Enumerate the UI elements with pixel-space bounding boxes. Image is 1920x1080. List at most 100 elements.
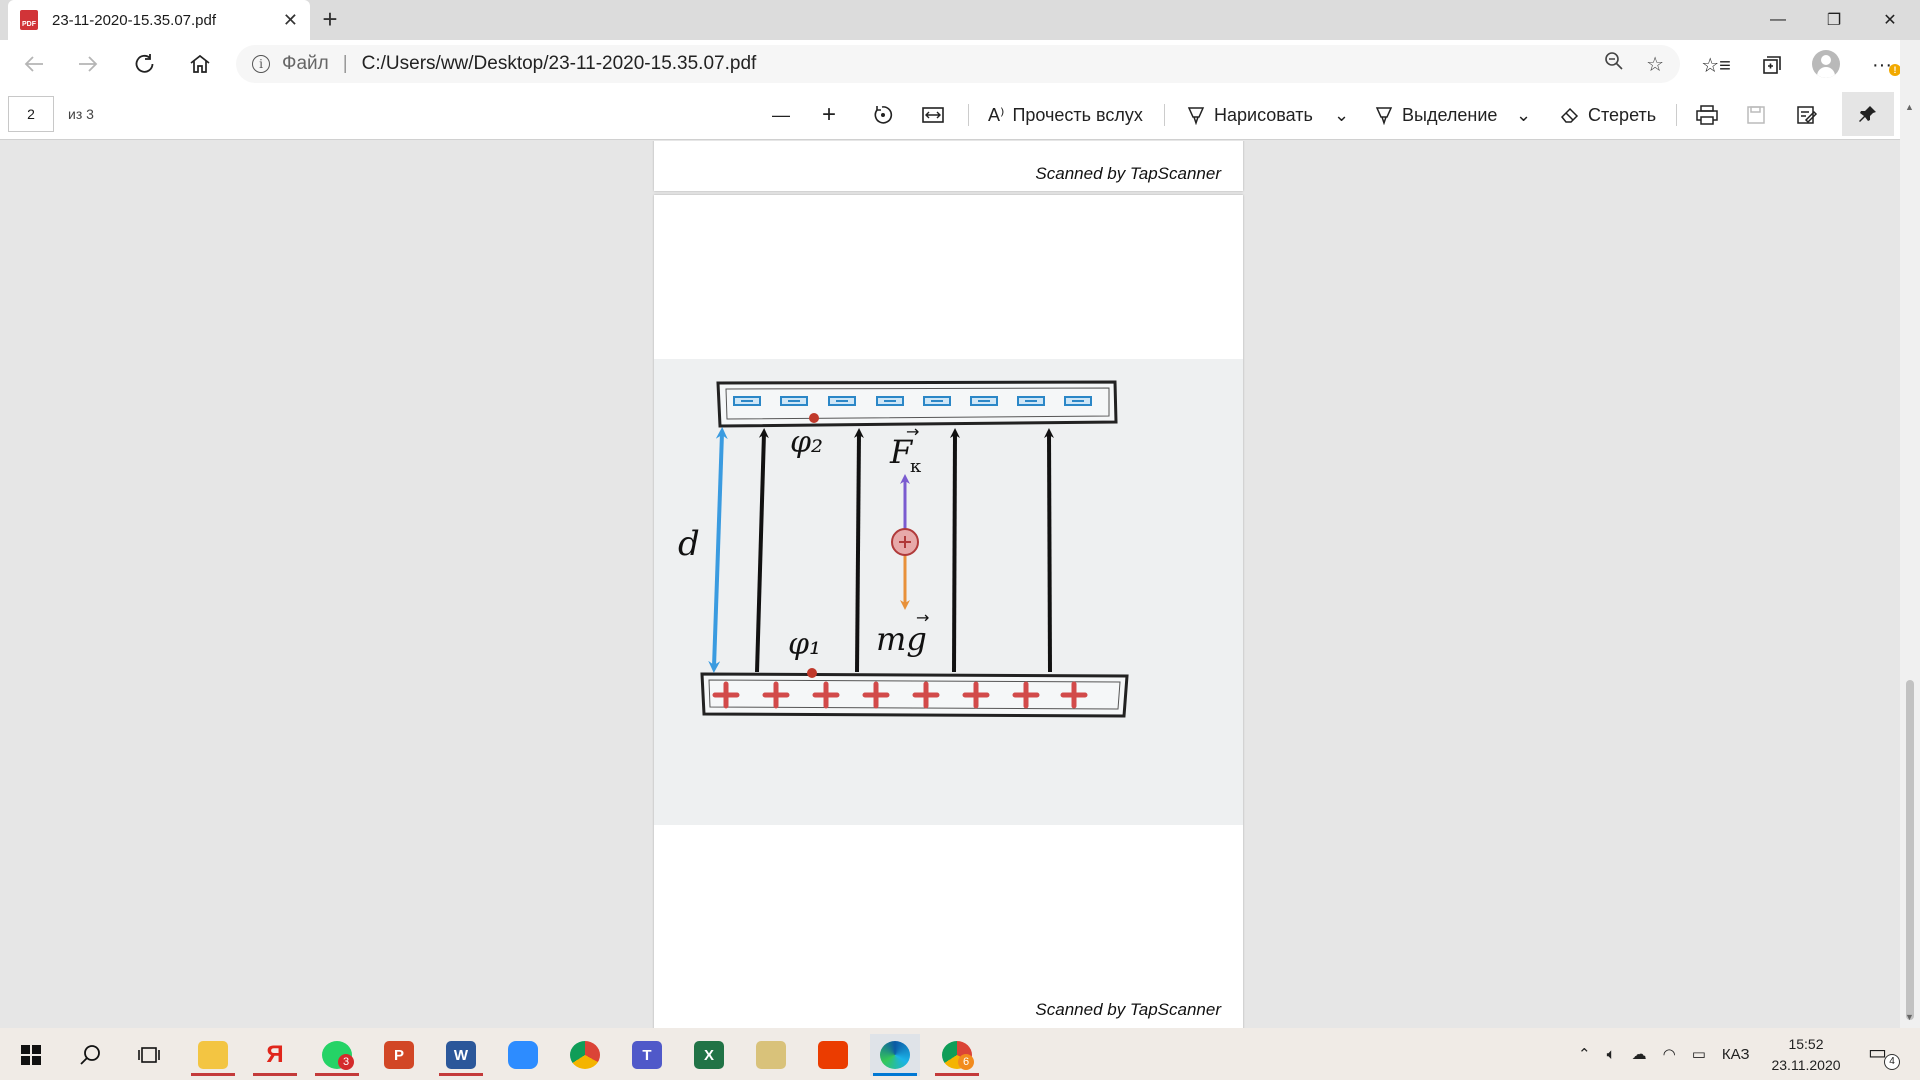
tab-close-icon[interactable]: ✕ (283, 10, 298, 31)
save-as-icon (1797, 106, 1818, 124)
erase-button[interactable]: Стереть (1560, 102, 1656, 128)
task-view-button[interactable] (124, 1034, 174, 1076)
excel-icon: X (694, 1041, 724, 1069)
charged-particle (891, 528, 919, 556)
collections-icon (1763, 56, 1781, 74)
erase-label: Стереть (1588, 104, 1657, 125)
taskbar-excel[interactable]: X (684, 1034, 734, 1076)
show-hidden-icons-icon[interactable]: ⌃ (1578, 1045, 1591, 1063)
print-button[interactable] (1696, 102, 1718, 128)
search-button[interactable] (66, 1034, 116, 1076)
new-tab-button[interactable]: + (316, 6, 344, 34)
gravity-vector-arrow: → (916, 608, 929, 627)
forward-button[interactable] (72, 50, 104, 78)
zoom-out-button[interactable]: — (772, 102, 790, 128)
wifi-icon[interactable]: ◠ (1663, 1045, 1676, 1063)
taskbar-zoom[interactable] (498, 1034, 548, 1076)
highlight-button[interactable]: Выделение (1374, 102, 1497, 128)
browser-tab-active[interactable]: PDF 23-11-2020-15.35.07.pdf ✕ (8, 0, 310, 40)
pin-toolbar-button[interactable] (1842, 92, 1894, 136)
taskbar-office[interactable] (808, 1034, 858, 1076)
system-tray: ⌃ 🔈︎ ☁︎ ◠ ▭ КАЗ (1578, 1028, 1750, 1080)
pdf-viewport[interactable]: Scanned by TapScanner φ₂ φ₁ d F → к mg →… (0, 141, 1900, 1028)
volume-icon[interactable]: 🔈︎ (1607, 1046, 1616, 1063)
plus-icon: + (822, 101, 837, 128)
taskbar-file-explorer[interactable] (188, 1034, 238, 1076)
taskbar-chrome[interactable] (560, 1034, 610, 1076)
close-window-button[interactable]: ✕ (1862, 0, 1918, 40)
start-button[interactable] (6, 1034, 56, 1076)
refresh-button[interactable] (128, 50, 160, 78)
active-indicator (935, 1073, 979, 1076)
profile-avatar[interactable] (1812, 50, 1840, 78)
point-phi2-marker (809, 413, 819, 423)
vertical-scrollbar[interactable]: ▲ ▼ (1900, 40, 1920, 1028)
pdf-page-2: φ₂ φ₁ d F → к mg → Scanned by TapScanner (654, 195, 1243, 1028)
system-clock[interactable]: 15:52 23.11.2020 (1764, 1034, 1848, 1076)
search-icon (80, 1045, 100, 1065)
distance-arrow (708, 427, 728, 673)
read-aloud-button[interactable]: A⁾ Прочесть вслух (988, 102, 1143, 128)
print-icon (1696, 105, 1718, 125)
info-icon[interactable]: i (252, 55, 270, 73)
tab-title: 23-11-2020-15.35.07.pdf (52, 11, 217, 29)
onedrive-cloud-icon[interactable]: ☁︎ (1632, 1045, 1647, 1063)
word-icon: W (446, 1041, 476, 1069)
address-input[interactable]: i Файл | C:/Users/ww/Desktop/23-11-2020-… (236, 45, 1680, 83)
favorites-list-icon: ☆≡ (1701, 54, 1731, 77)
zoom-icon[interactable] (1604, 51, 1624, 77)
taskbar-chrome-2[interactable]: 6 (932, 1034, 982, 1076)
favorite-star-icon[interactable]: ☆ (1646, 52, 1664, 77)
highlight-label: Выделение (1402, 104, 1498, 125)
minimize-button[interactable]: — (1750, 0, 1806, 40)
windows-taskbar: Я 3 P W T X 6 ⌃ 🔈︎ ☁︎ ◠ ▭ КАЗ 15:52 23.1… (0, 1028, 1920, 1080)
taskbar-teams[interactable]: T (622, 1034, 672, 1076)
page-number-input[interactable]: 2 (8, 96, 54, 132)
scrollbar-thumb[interactable] (1906, 680, 1914, 1020)
highlight-options-dropdown[interactable]: ⌄ (1516, 102, 1531, 128)
draw-pen-icon (1187, 107, 1205, 125)
taskbar-powerpoint[interactable]: P (374, 1034, 424, 1076)
active-indicator (315, 1073, 359, 1076)
clock-date: 23.11.2020 (1771, 1057, 1841, 1073)
rotate-button[interactable] (872, 102, 894, 128)
zoom-in-button[interactable]: + (822, 101, 837, 128)
favorites-button[interactable]: ☆≡ (1700, 52, 1732, 78)
taskbar-archive[interactable] (746, 1034, 796, 1076)
save-as-button[interactable] (1796, 102, 1818, 128)
draw-button[interactable]: Нарисовать (1186, 102, 1313, 128)
scheme-label: Файл (282, 53, 329, 74)
phi1-label: φ₁ (788, 627, 821, 662)
scroll-up-icon[interactable]: ▲ (1905, 102, 1914, 112)
positive-plate (700, 672, 1129, 718)
taskbar-whatsapp[interactable]: 3 (312, 1034, 362, 1076)
fit-page-button[interactable] (922, 102, 944, 128)
home-icon (190, 54, 210, 73)
scanner-watermark: Scanned by TapScanner (1035, 1000, 1221, 1019)
toolbar-divider (1164, 104, 1165, 126)
url-text[interactable]: C:/Users/ww/Desktop/23-11-2020-15.35.07.… (362, 53, 1582, 75)
phi2-label: φ₂ (790, 425, 823, 460)
taskbar-yandex[interactable]: Я (250, 1034, 300, 1076)
refresh-icon (135, 54, 154, 73)
point-phi1-marker (807, 668, 817, 678)
title-bar: PDF 23-11-2020-15.35.07.pdf ✕ + — ❐ ✕ (0, 0, 1920, 40)
toolbar-divider (968, 104, 969, 126)
battery-icon[interactable]: ▭ (1692, 1045, 1706, 1063)
taskbar-edge[interactable] (870, 1034, 920, 1076)
language-indicator[interactable]: КАЗ (1722, 1046, 1750, 1063)
taskbar-word[interactable]: W (436, 1034, 486, 1076)
action-center-button[interactable]: ▭ 4 (1868, 1040, 1900, 1070)
home-button[interactable] (184, 50, 216, 78)
draw-options-dropdown[interactable]: ⌄ (1334, 102, 1349, 128)
active-indicator (191, 1073, 235, 1076)
save-button[interactable] (1746, 102, 1766, 128)
collections-button[interactable] (1756, 52, 1788, 78)
scroll-down-icon[interactable]: ▼ (1905, 1012, 1914, 1022)
read-aloud-label: Прочесть вслух (1012, 104, 1143, 125)
active-indicator (439, 1073, 483, 1076)
restore-button[interactable]: ❐ (1806, 0, 1862, 40)
negative-plate (716, 380, 1118, 428)
fit-width-icon (922, 107, 944, 123)
back-button[interactable] (18, 50, 50, 78)
